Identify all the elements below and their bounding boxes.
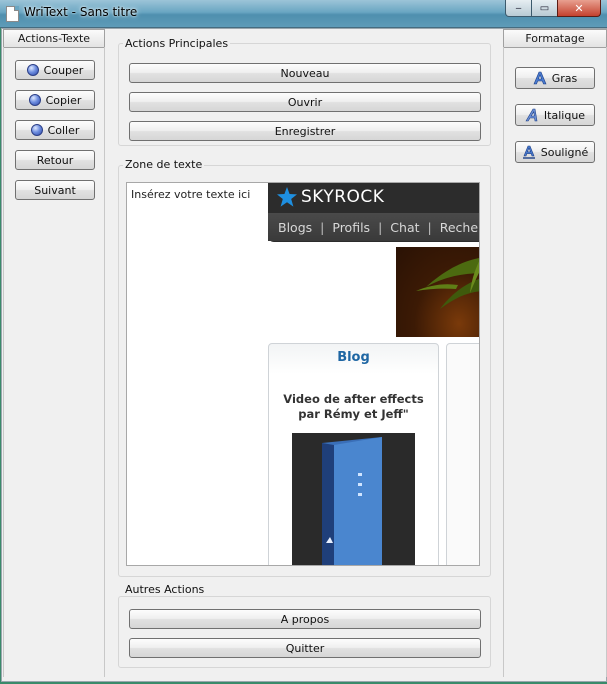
- palm-leaves-image: [416, 258, 479, 309]
- tab-actions-texte[interactable]: Actions-Texte: [3, 29, 105, 48]
- skyrock-logo: SKYROCK: [276, 186, 384, 208]
- copy-orb-icon: [28, 94, 41, 106]
- underline-a-icon: [522, 145, 535, 159]
- right-panel: Gras Italique Souligné: [503, 47, 607, 677]
- italique-label: Italique: [543, 108, 586, 122]
- nav-separator: |: [427, 219, 432, 235]
- text-area[interactable]: Insérez votre texte ici SKYROCK Blogs | …: [126, 182, 480, 566]
- italique-button[interactable]: Italique: [515, 104, 595, 126]
- skyrock-logo-text: SKYROCK: [301, 187, 385, 207]
- left-panel: Couper Copier Coller Retour Suivant: [3, 47, 105, 677]
- gras-label: Gras: [551, 71, 578, 85]
- nav-profils[interactable]: Profils: [332, 220, 370, 235]
- retour-button[interactable]: Retour: [15, 150, 95, 170]
- skyrock-header: SKYROCK Blogs | Profils | Chat | Recherc…: [268, 183, 479, 242]
- retour-label: Retour: [36, 153, 74, 167]
- title-bar[interactable]: WriText - Sans titre ‒ ▭ ✕: [0, 0, 607, 28]
- main-actions-group: Nouveau Ouvrir Enregistrer: [118, 43, 491, 146]
- blog-card-subtitle[interactable]: Video de after effects par Rémy et Jeff": [277, 392, 430, 422]
- gras-button[interactable]: Gras: [515, 67, 595, 89]
- couper-button[interactable]: Couper: [15, 60, 95, 80]
- nav-recherche[interactable]: Recherch: [440, 220, 479, 235]
- suivant-button[interactable]: Suivant: [15, 180, 95, 200]
- souligne-button[interactable]: Souligné: [515, 141, 595, 163]
- enregistrer-button[interactable]: Enregistrer: [129, 121, 481, 141]
- nav-separator: |: [320, 219, 325, 235]
- text-zone-title: Zone de texte: [123, 158, 205, 171]
- nav-blogs[interactable]: Blogs: [278, 220, 312, 235]
- tab-formatage[interactable]: Formatage: [503, 29, 607, 48]
- document-icon: [6, 6, 19, 22]
- quitter-button[interactable]: Quitter: [129, 638, 481, 658]
- palm-tree-photo: [396, 247, 479, 337]
- main-actions-title: Actions Principales: [123, 37, 231, 50]
- ouvrir-button[interactable]: Ouvrir: [129, 92, 481, 112]
- maximize-button[interactable]: ▭: [531, 0, 558, 17]
- blog-card: Blog Video de after effects par Rémy et …: [268, 343, 439, 565]
- other-actions-group: A propos Quitter: [118, 596, 491, 668]
- nouveau-button[interactable]: Nouveau: [129, 63, 481, 83]
- bold-a-icon: [533, 71, 547, 85]
- minimize-button[interactable]: ‒: [505, 0, 532, 17]
- star-icon: [277, 187, 297, 207]
- skyrock-nav: Blogs | Profils | Chat | Recherch: [268, 213, 479, 241]
- souligne-label: Souligné: [540, 145, 589, 159]
- nav-chat[interactable]: Chat: [390, 220, 419, 235]
- couper-label: Couper: [43, 63, 84, 77]
- cut-orb-icon: [26, 64, 39, 76]
- close-button[interactable]: ✕: [557, 0, 601, 17]
- text-area-content: Insérez votre texte ici: [131, 188, 251, 201]
- blog-card-title[interactable]: Blog: [269, 350, 438, 365]
- suivant-label: Suivant: [34, 183, 76, 197]
- video-thumbnail[interactable]: [292, 433, 415, 565]
- window-controls: ‒ ▭ ✕: [505, 0, 601, 18]
- window-client-area: Actions-Texte Couper Copier Coller Retou…: [1, 28, 607, 682]
- software-box-image: [322, 437, 382, 565]
- coller-button[interactable]: Coller: [15, 120, 95, 140]
- other-actions-title: Autres Actions: [123, 583, 207, 596]
- embedded-web-content: SKYROCK Blogs | Profils | Chat | Recherc…: [268, 183, 479, 565]
- paste-orb-icon: [30, 124, 43, 136]
- nav-separator: |: [378, 219, 383, 235]
- copier-label: Copier: [45, 93, 82, 107]
- window-title: WriText - Sans titre: [24, 5, 138, 19]
- a-propos-button[interactable]: A propos: [129, 609, 481, 629]
- coller-label: Coller: [47, 123, 80, 137]
- second-card: [446, 343, 479, 565]
- copier-button[interactable]: Copier: [15, 90, 95, 110]
- italic-a-icon: [525, 108, 538, 122]
